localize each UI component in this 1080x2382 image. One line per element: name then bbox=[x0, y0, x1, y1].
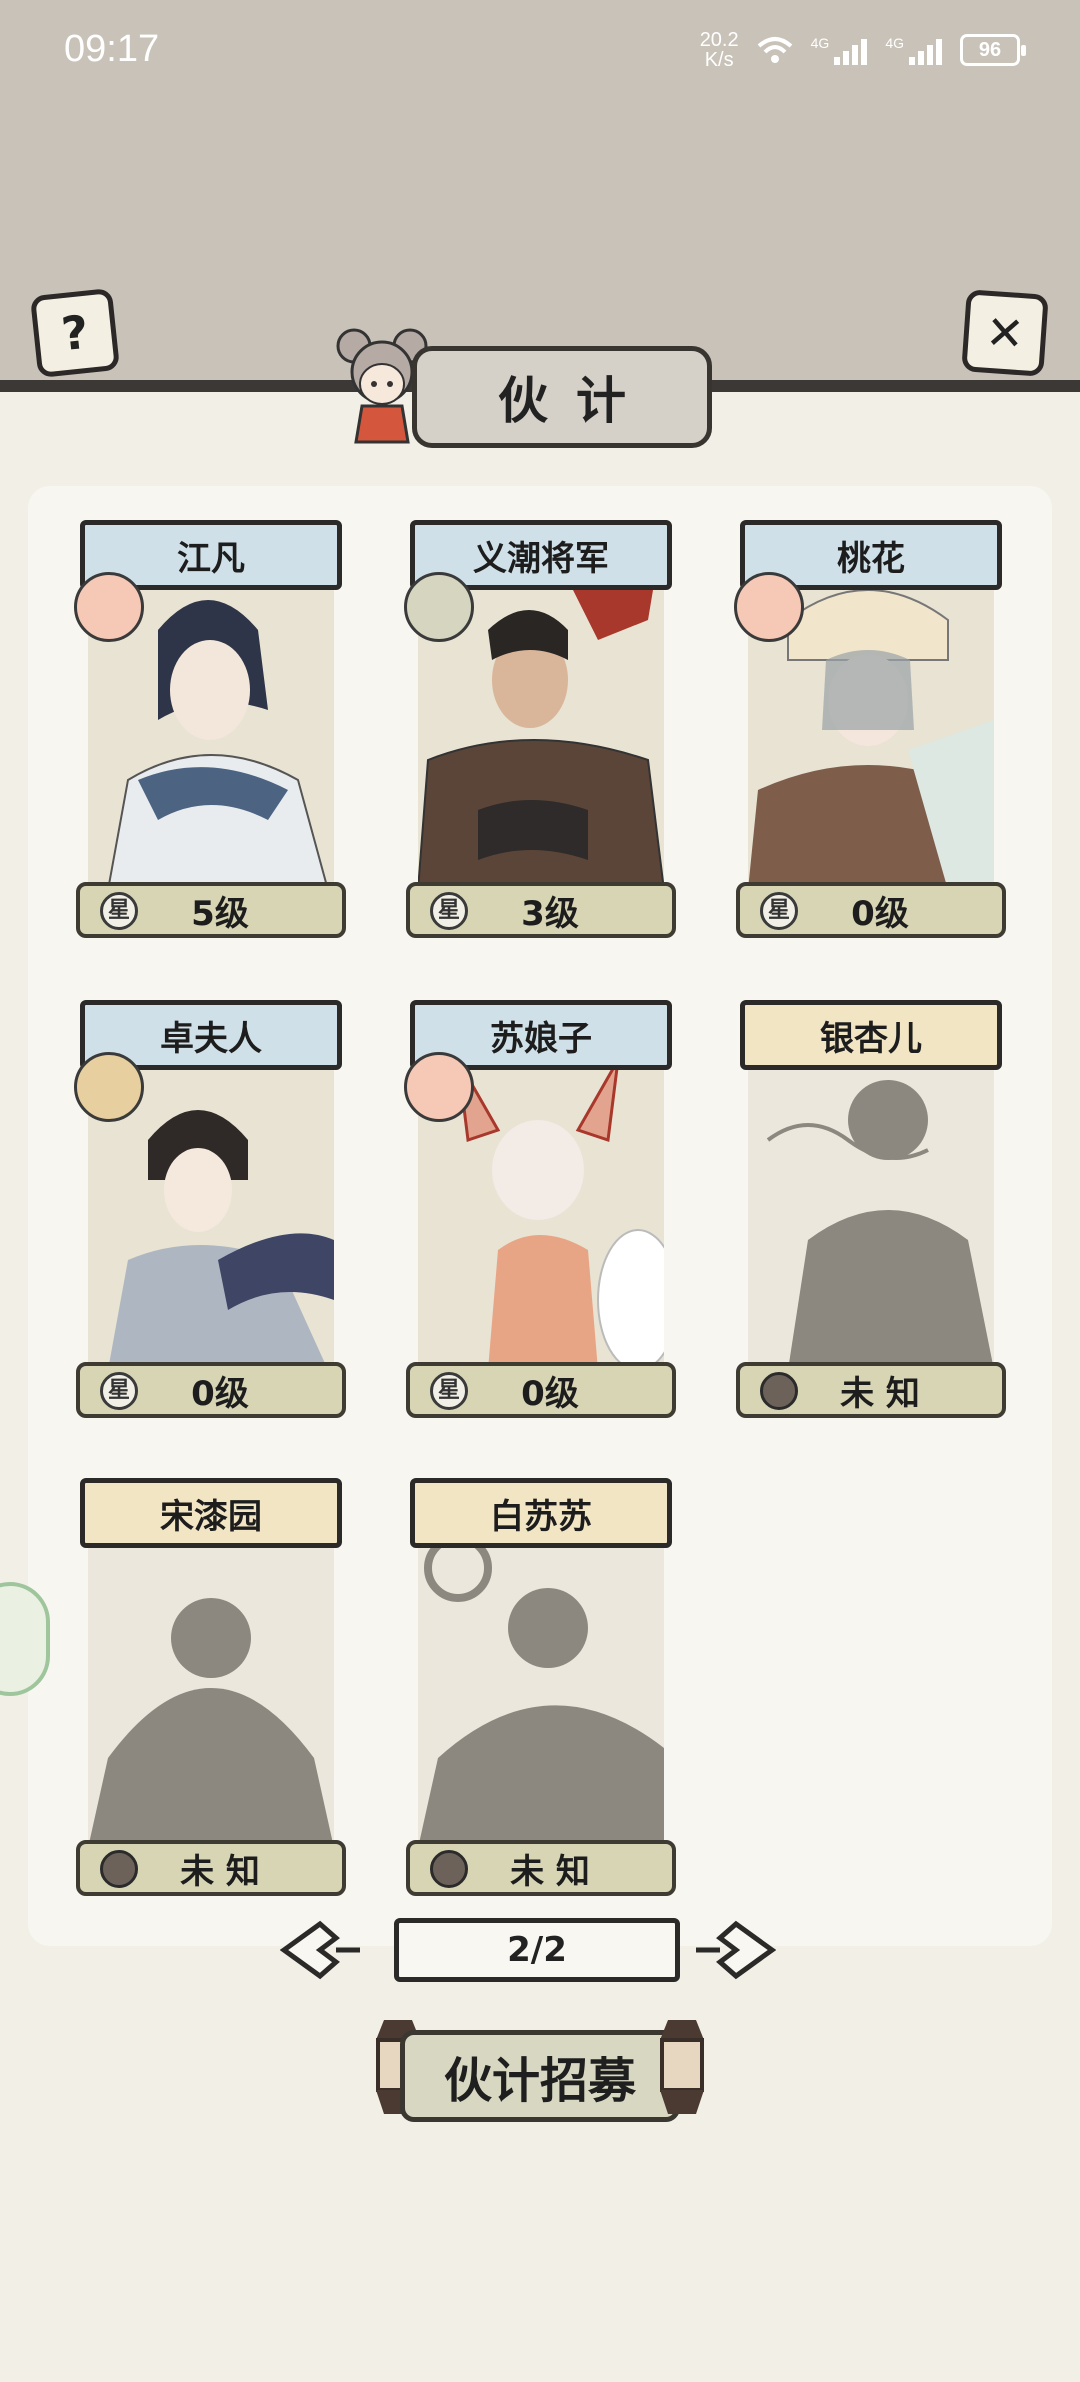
character-card-locked[interactable]: 白苏苏 未 知 bbox=[406, 1478, 676, 1898]
star-icon: 星 bbox=[430, 1372, 468, 1410]
level-plate: 未 知 bbox=[736, 1362, 1006, 1418]
status-icons: 20.2 K/s 4G 4G 96 bbox=[700, 30, 1026, 70]
character-level: 5级 bbox=[191, 893, 249, 934]
mood-happy-icon bbox=[74, 572, 144, 642]
wifi-icon bbox=[757, 37, 792, 63]
mood-neutral-icon bbox=[74, 1052, 144, 1122]
battery-icon: 96 bbox=[960, 34, 1026, 66]
status-bar: 09:17 20.2 K/s 4G 4G 96 bbox=[0, 0, 1080, 380]
mood-happy-icon bbox=[404, 1052, 474, 1122]
level-plate: 未 知 bbox=[76, 1840, 346, 1896]
previous-page-arrow-icon[interactable] bbox=[280, 1918, 360, 1982]
signal-label-2: 4G bbox=[885, 35, 904, 51]
unknown-icon bbox=[100, 1850, 138, 1888]
character-card-locked[interactable]: 银杏儿 未 知 bbox=[736, 1000, 1006, 1420]
level-plate: 星 5级 bbox=[76, 882, 346, 938]
character-level: 0级 bbox=[191, 1373, 249, 1414]
character-portrait-silhouette bbox=[88, 1518, 334, 1848]
page-title: 伙计 bbox=[412, 346, 712, 448]
star-icon: 星 bbox=[100, 1372, 138, 1410]
character-level: 未 知 bbox=[180, 1851, 260, 1892]
star-icon: 星 bbox=[760, 892, 798, 930]
recruit-button[interactable]: 伙计招募 bbox=[400, 2030, 680, 2122]
unknown-icon bbox=[430, 1850, 468, 1888]
character-name: 白苏苏 bbox=[410, 1478, 672, 1548]
character-card[interactable]: 苏娘子 星 0级 bbox=[404, 1000, 676, 1420]
help-button[interactable]: ? bbox=[29, 287, 121, 379]
close-button[interactable]: ✕ bbox=[961, 289, 1049, 377]
lantern-icon bbox=[660, 2020, 704, 2114]
star-icon: 星 bbox=[100, 892, 138, 930]
mood-sad-icon bbox=[404, 572, 474, 642]
level-plate: 星 0级 bbox=[76, 1362, 346, 1418]
silhouette-art bbox=[418, 1518, 664, 1848]
character-level: 未 知 bbox=[510, 1851, 590, 1892]
star-icon: 星 bbox=[430, 892, 468, 930]
status-time: 09:17 bbox=[64, 28, 160, 70]
unknown-icon bbox=[760, 1372, 798, 1410]
character-portrait-silhouette bbox=[418, 1518, 664, 1848]
character-card[interactable]: 桃花 星 0级 bbox=[734, 520, 1006, 940]
level-plate: 星 0级 bbox=[406, 1362, 676, 1418]
net-speed-unit: K/s bbox=[704, 49, 734, 71]
silhouette-art bbox=[88, 1518, 334, 1848]
level-plate: 星 3级 bbox=[406, 882, 676, 938]
character-card[interactable]: 江凡 星 5级 bbox=[74, 520, 346, 940]
signal-icon-1: 4G bbox=[811, 35, 868, 65]
level-plate: 星 0级 bbox=[736, 882, 1006, 938]
silhouette-art bbox=[748, 1040, 994, 1370]
next-page-arrow-icon[interactable] bbox=[696, 1918, 776, 1982]
net-speed-value: 20.2 bbox=[699, 29, 739, 51]
character-level: 0级 bbox=[521, 1373, 579, 1414]
character-name: 宋漆园 bbox=[80, 1478, 342, 1548]
character-card-locked[interactable]: 宋漆园 未 知 bbox=[76, 1478, 346, 1898]
character-card[interactable]: 义潮将军 星 3级 bbox=[404, 520, 676, 940]
mood-happy-icon bbox=[734, 572, 804, 642]
character-level: 3级 bbox=[521, 893, 579, 934]
side-floating-tab[interactable] bbox=[0, 1582, 50, 1696]
character-portrait-silhouette bbox=[748, 1040, 994, 1370]
page-indicator: 2/2 bbox=[394, 1918, 680, 1982]
level-plate: 未 知 bbox=[406, 1840, 676, 1896]
signal-label-1: 4G bbox=[810, 35, 830, 51]
character-card[interactable]: 卓夫人 星 0级 bbox=[74, 1000, 346, 1420]
character-name: 银杏儿 bbox=[740, 1000, 1002, 1070]
character-level: 未 知 bbox=[840, 1373, 920, 1414]
signal-icon-2: 4G bbox=[885, 35, 942, 65]
net-speed: 20.2 K/s bbox=[700, 30, 739, 70]
character-level: 0级 bbox=[851, 893, 909, 934]
